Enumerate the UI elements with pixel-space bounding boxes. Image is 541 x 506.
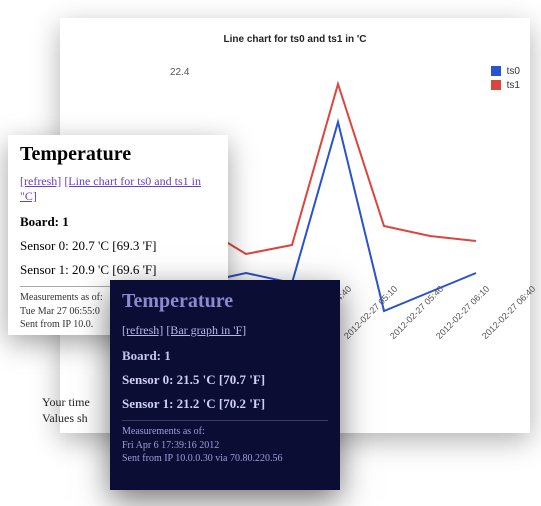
page-caption: Your time Values sh <box>42 394 90 426</box>
card-heading: Temperature <box>20 143 216 166</box>
series-ts1 <box>200 84 476 254</box>
legend-swatch-ts1 <box>491 80 501 90</box>
sensor-0-reading: Sensor 0: 20.7 'C [69.3 'F] <box>20 238 216 254</box>
sensor-1-reading: Sensor 1: 21.2 'C [70.2 'F] <box>122 396 328 412</box>
legend-label: ts1 <box>507 80 520 91</box>
legend-ts1: ts1 <box>491 78 520 92</box>
chart-legend: ts0 ts1 <box>491 64 520 92</box>
stage: Line chart for ts0 and ts1 in 'C 22.4 ts… <box>0 0 541 506</box>
refresh-link[interactable]: [refresh] <box>122 323 163 337</box>
legend-swatch-ts0 <box>491 66 501 76</box>
legend-ts0: ts0 <box>491 64 520 78</box>
board-label: Board: 1 <box>20 214 216 230</box>
card-heading: Temperature <box>122 290 328 313</box>
card-links: [refresh] [Line chart for ts0 and ts1 in… <box>20 174 216 204</box>
card-meta: Measurements as of: Fri Apr 6 17:39:16 2… <box>122 425 328 466</box>
temperature-card-dark: Temperature [refresh] [Bar graph in 'F] … <box>110 280 340 490</box>
y-tick: 22.4 <box>170 67 189 78</box>
meta-line: Fri Apr 6 17:39:16 2012 <box>122 439 328 453</box>
meta-line: Sent from IP 10.0.0.30 via 70.80.220.56 <box>122 452 328 466</box>
divider <box>122 420 328 421</box>
sensor-1-reading: Sensor 1: 20.9 'C [69.6 'F] <box>20 262 216 278</box>
card-links: [refresh] [Bar graph in 'F] <box>122 323 328 338</box>
chart-link[interactable]: [Bar graph in 'F] <box>166 323 246 337</box>
caption-line: Values sh <box>42 410 90 426</box>
chart-title: Line chart for ts0 and ts1 in 'C <box>60 34 530 45</box>
board-label: Board: 1 <box>122 348 328 364</box>
meta-line: Measurements as of: <box>122 425 328 439</box>
sensor-0-reading: Sensor 0: 21.5 'C [70.7 'F] <box>122 372 328 388</box>
refresh-link[interactable]: [refresh] <box>20 174 61 188</box>
caption-line: Your time <box>42 394 90 410</box>
legend-label: ts0 <box>507 66 520 77</box>
